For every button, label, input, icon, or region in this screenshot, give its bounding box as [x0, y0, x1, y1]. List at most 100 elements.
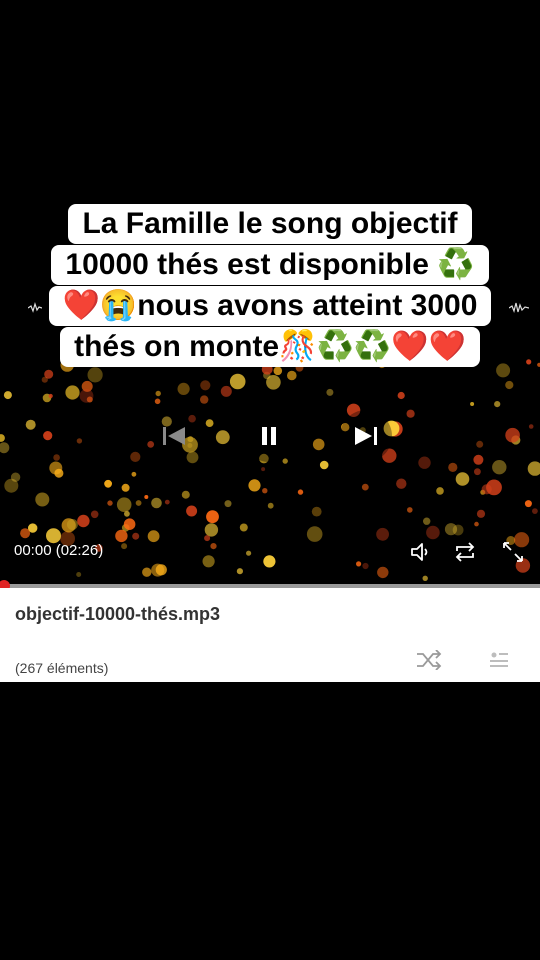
bokeh-particle: [79, 389, 94, 403]
bokeh-particle: [186, 505, 198, 517]
caption-overlay: La Famille le song objectif 10000 thés e…: [0, 204, 540, 368]
bokeh-particle: [494, 401, 501, 408]
next-button[interactable]: [340, 410, 392, 462]
bokeh-particle: [267, 502, 274, 509]
bokeh-particle: [262, 488, 268, 494]
bokeh-particle: [76, 438, 83, 444]
bokeh-particle: [444, 523, 458, 536]
bokeh-particle: [448, 462, 458, 472]
bokeh-particle: [356, 561, 362, 567]
bokeh-particle: [396, 478, 407, 489]
bokeh-particle: [532, 508, 538, 514]
bokeh-particle: [248, 479, 261, 492]
bokeh-particle: [116, 497, 132, 512]
bokeh-particle: [406, 409, 415, 418]
bokeh-particle: [121, 543, 128, 550]
bokeh-particle: [524, 500, 532, 508]
bokeh-particle: [263, 555, 276, 568]
bokeh-particle: [181, 490, 190, 499]
bokeh-particle: [130, 451, 141, 462]
bokeh-particle: [10, 472, 21, 482]
bokeh-particle: [418, 456, 431, 469]
bokeh-particle: [76, 572, 82, 577]
volume-button[interactable]: [406, 538, 434, 566]
bokeh-particle: [123, 518, 136, 530]
caption-line-2: 10000 thés est disponible ♻️: [51, 245, 489, 285]
bokeh-particle: [154, 398, 161, 405]
bokeh-particle: [528, 424, 534, 429]
bokeh-particle: [261, 467, 266, 472]
bokeh-particle: [474, 521, 479, 527]
repeat-icon: [455, 542, 475, 562]
bokeh-particle: [48, 393, 53, 399]
fullscreen-icon: [503, 542, 523, 562]
bokeh-particle: [41, 376, 48, 383]
bokeh-particle: [151, 497, 162, 509]
time-display: 00:00 (02:26): [14, 542, 104, 559]
caption-line-3: ❤️😭nous avons atteint 3000: [48, 286, 492, 326]
bokeh-particle: [397, 391, 405, 400]
bokeh-particle: [53, 454, 60, 461]
bokeh-particle: [476, 440, 484, 448]
bokeh-particle: [215, 430, 230, 445]
previous-button[interactable]: [152, 414, 196, 458]
bokeh-particle: [164, 499, 170, 505]
bokeh-particle: [115, 529, 128, 543]
next-icon: [355, 427, 377, 445]
repeat-button[interactable]: [450, 538, 480, 566]
bokeh-particle: [505, 427, 520, 443]
bokeh-particle: [361, 483, 369, 491]
bokeh-particle: [107, 500, 113, 506]
video-player[interactable]: La Famille le song objectif 10000 thés e…: [0, 0, 540, 586]
playlist-button[interactable]: [486, 648, 512, 672]
pause-button[interactable]: [243, 410, 295, 462]
track-info-panel: objectif-10000-thés.mp3 (267 éléments): [0, 588, 540, 682]
waveform-left-icon: [28, 301, 42, 313]
pause-icon: [262, 427, 276, 445]
previous-icon: [163, 427, 185, 445]
bokeh-particle: [246, 550, 252, 556]
bokeh-particle: [470, 402, 475, 406]
items-count: (267 éléments): [15, 660, 109, 676]
bokeh-particle: [104, 479, 112, 488]
bokeh-particle: [236, 568, 243, 575]
bokeh-particle: [473, 454, 484, 465]
bokeh-particle: [65, 385, 80, 400]
bokeh-particle: [202, 555, 215, 568]
bokeh-particle: [319, 460, 329, 470]
bokeh-particle: [142, 567, 152, 577]
bokeh-particle: [151, 563, 165, 577]
bokeh-particle: [35, 492, 50, 507]
bokeh-particle: [77, 514, 90, 528]
bokeh-particle: [476, 509, 486, 518]
bokeh-particle: [155, 390, 161, 397]
bokeh-particle: [49, 461, 63, 475]
bokeh-particle: [43, 431, 53, 441]
bokeh-particle: [474, 468, 481, 476]
bokeh-particle: [135, 500, 142, 506]
bokeh-particle: [121, 483, 130, 492]
bokeh-particle: [229, 373, 246, 390]
bokeh-particle: [407, 507, 413, 513]
bokeh-particle: [326, 388, 334, 396]
volume-icon: [411, 543, 428, 561]
bokeh-particle: [204, 523, 219, 537]
bokeh-particle: [481, 484, 492, 495]
bokeh-particle: [492, 460, 507, 475]
bokeh-particle: [87, 367, 103, 383]
fullscreen-button[interactable]: [498, 538, 528, 566]
bokeh-particle: [311, 506, 322, 517]
bokeh-particle: [287, 370, 297, 381]
bokeh-particle: [144, 495, 149, 499]
bokeh-particle: [312, 438, 325, 451]
bokeh-particle: [362, 562, 369, 570]
bokeh-particle: [0, 442, 10, 454]
bokeh-particle: [423, 517, 431, 525]
bokeh-particle: [455, 472, 470, 486]
bokeh-particle: [220, 385, 232, 397]
shuffle-button[interactable]: [414, 648, 444, 672]
bokeh-particle: [147, 530, 160, 543]
bokeh-particle: [0, 434, 5, 442]
bokeh-particle: [297, 489, 304, 495]
bokeh-particle: [306, 526, 323, 542]
